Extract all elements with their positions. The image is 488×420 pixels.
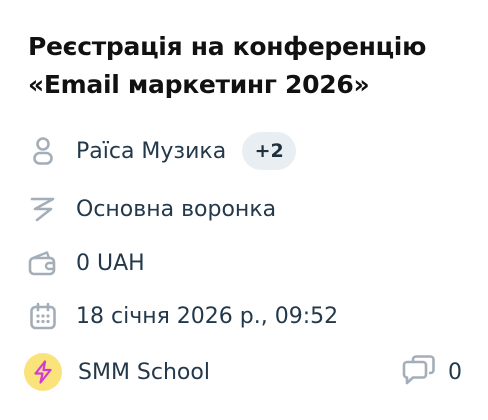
- deal-title-line-1: Реєстрація на конференцію: [28, 32, 427, 61]
- owner-row: Раїса Музика +2: [28, 131, 297, 171]
- deal-title: Реєстрація на конференцію «Email маркети…: [28, 28, 468, 104]
- amount-row: 0 UAH: [28, 243, 145, 283]
- more-owners-badge[interactable]: +2: [242, 132, 297, 170]
- owner-name-link[interactable]: Раїса Музика: [76, 139, 226, 164]
- wallet-icon: [28, 248, 58, 278]
- calendar-icon: [28, 301, 58, 331]
- comments-button[interactable]: 0: [402, 355, 464, 389]
- funnel-name: Основна воронка: [76, 196, 277, 222]
- deal-card: Реєстрація на конференцію «Email маркети…: [0, 0, 488, 420]
- source-name: SMM School: [78, 359, 210, 385]
- card-footer: SMM School 0: [24, 350, 464, 394]
- deal-title-line-2: «Email маркетинг 2026»: [28, 70, 370, 99]
- funnel-row: Основна воронка: [28, 189, 276, 229]
- date-row: 18 січня 2026 р., 09:52: [28, 296, 338, 336]
- source-avatar: [24, 353, 62, 391]
- deal-created-date: 18 січня 2026 р., 09:52: [76, 303, 339, 329]
- deal-amount: 0 UAH: [76, 250, 145, 276]
- comments-icon: [402, 355, 436, 389]
- funnel-icon: [28, 194, 58, 224]
- person-icon: [28, 136, 58, 166]
- comments-count: 0: [448, 359, 462, 385]
- lightning-icon: [34, 360, 52, 384]
